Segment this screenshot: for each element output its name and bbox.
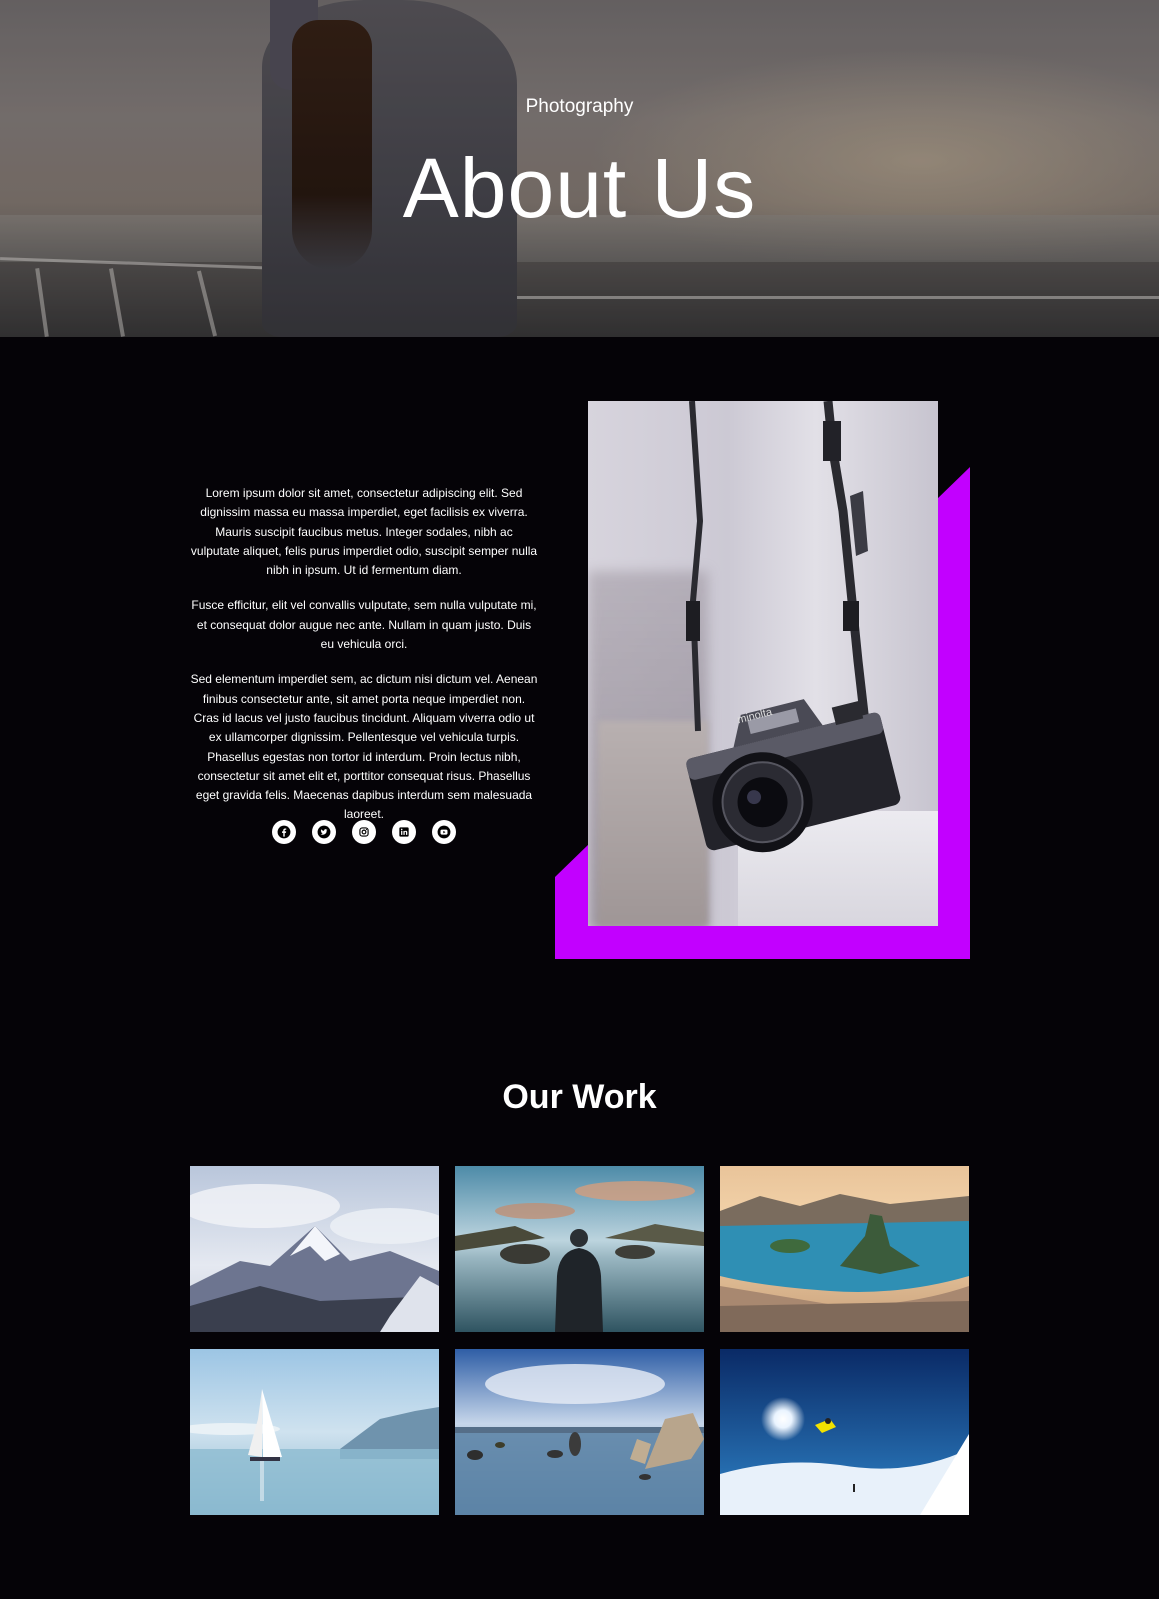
about-paragraph: Sed elementum imperdiet sem, ac dictum n…: [190, 672, 538, 822]
about-paragraph: Lorem ipsum dolor sit amet, consectetur …: [190, 486, 538, 578]
linkedin-icon[interactable]: [392, 820, 416, 844]
facebook-icon[interactable]: [272, 820, 296, 844]
about-text: Lorem ipsum dolor sit amet, consectetur …: [190, 484, 538, 841]
gallery-image-lake-man[interactable]: [455, 1166, 704, 1332]
instagram-icon[interactable]: [352, 820, 376, 844]
camera-photo: minolta: [588, 401, 938, 926]
hero-banner: Photography About Us: [0, 0, 1159, 337]
gallery-image-rocky-lake[interactable]: [455, 1349, 704, 1515]
youtube-icon[interactable]: [432, 820, 456, 844]
hero-subtitle: Photography: [525, 96, 634, 117]
twitter-icon[interactable]: [312, 820, 336, 844]
gallery-image-rio[interactable]: [720, 1166, 969, 1332]
page-title: About Us: [402, 141, 757, 235]
about-paragraph: Fusce efficitur, elit vel convallis vulp…: [191, 598, 537, 652]
gallery-image-mountains[interactable]: [190, 1166, 439, 1332]
gallery-image-sailboat[interactable]: [190, 1349, 439, 1515]
section-title: Our Work: [502, 1078, 657, 1116]
social-links: [272, 820, 456, 844]
gallery-image-snowboarder[interactable]: [720, 1349, 969, 1515]
